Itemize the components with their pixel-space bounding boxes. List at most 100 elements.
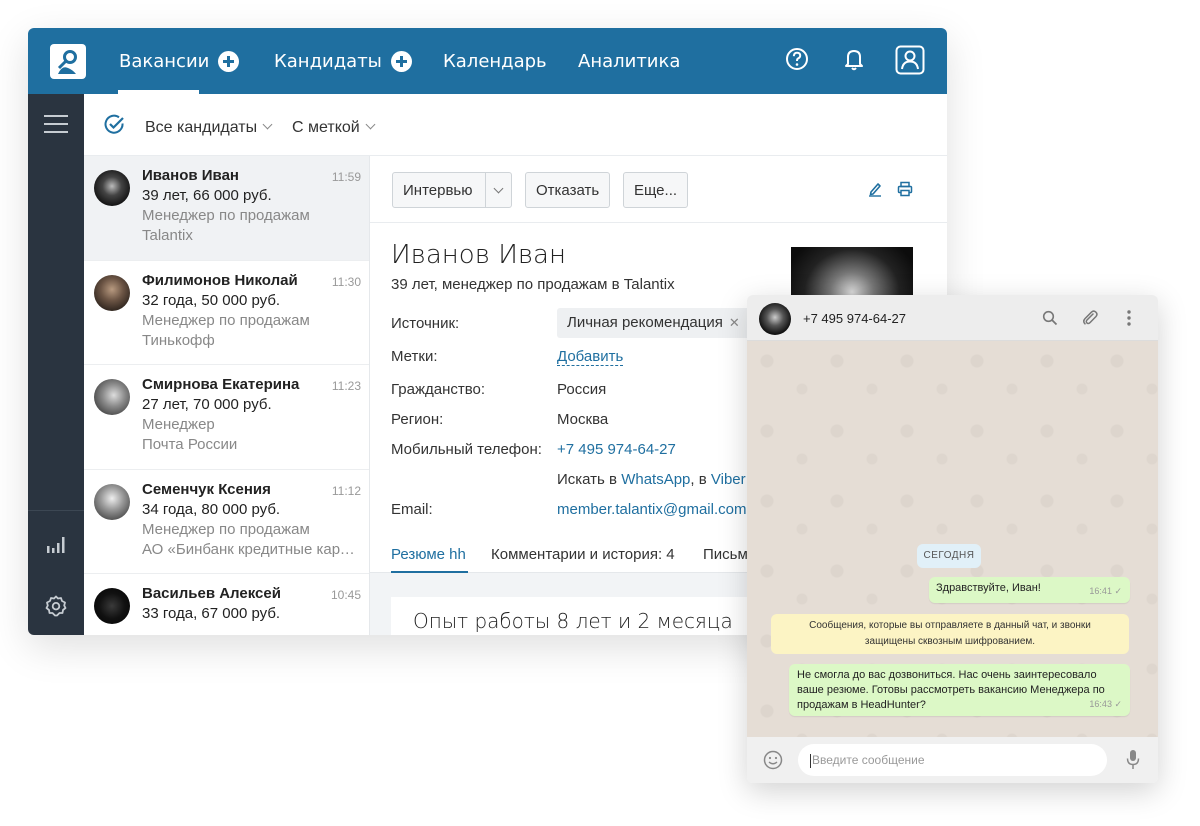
candidate-position: Менеджер по продажам [142,520,310,538]
message-text: Не смогла до вас дозвониться. Нас очень … [797,669,1105,711]
candidate-avatar [94,483,130,520]
more-button[interactable]: Еще... [623,172,689,208]
outgoing-message[interactable]: Здравствуйте, Иван! 16:41 ✓ [929,577,1130,603]
candidate-item[interactable]: Васильев Алексей 10:45 33 года, 67 000 р… [84,574,369,635]
candidate-name: Филимонов Николай [142,271,298,289]
candidate-subtitle: 39 лет, менеджер по продажам в Talantix [391,276,675,293]
candidate-time: 10:45 [330,588,361,602]
chevron-down-icon [365,119,376,130]
tags-label: Метки: [391,348,438,365]
nav-analytics[interactable]: Аналитика [578,28,680,94]
search-prefix: Искать в [557,471,622,488]
nav-vacancies-label: Вакансии [119,50,210,72]
candidate-info: 33 года, 67 000 руб. [142,605,281,622]
candidate-info: 34 года, 80 000 руб. [142,500,281,518]
candidate-company: Тинькофф [142,331,215,349]
candidate-name: Смирнова Екатерина [142,376,300,393]
filter-all-candidates-dropdown[interactable]: Все кандидаты [145,119,273,137]
candidate-info: 27 лет, 70 000 руб. [142,396,272,413]
nav-vacancies[interactable]: Вакансии [119,28,240,94]
filter-all-candidates-label: Все кандидаты [145,119,258,136]
candidate-time: 11:12 [331,483,361,498]
candidate-list: Иванов Иван 11:59 39 лет, 66 000 руб. Ме… [84,156,370,635]
phone-link[interactable]: +7 495 974-64-27 [557,441,676,458]
add-vacancy-icon[interactable] [218,50,240,72]
tab-resume[interactable]: Резюме hh [391,546,466,563]
remove-tag-icon[interactable]: ✕ [729,315,740,330]
profile-icon[interactable] [895,45,925,80]
more-vertical-icon[interactable] [1125,309,1133,332]
select-all-check-icon[interactable] [104,114,125,140]
email-link[interactable]: member.talantix@gmail.com [557,501,746,518]
message-time: 16:41 ✓ [1089,586,1122,596]
print-icon[interactable] [897,181,913,202]
candidate-full-name: Иванов Иван [391,240,566,270]
microphone-icon[interactable] [1126,749,1140,776]
resume-experience-title: Опыт работы 8 лет и 2 месяца [413,609,733,633]
tab-comments[interactable]: Комментарии и история: 4 [491,546,675,563]
candidate-item[interactable]: Смирнова Екатерина 11:23 27 лет, 70 000 … [84,365,369,470]
phone-label: Мобильный телефон: [391,441,542,458]
candidate-position: Менеджер [142,416,215,433]
search-icon[interactable] [1042,310,1058,331]
add-tag-link[interactable]: Добавить [557,348,624,366]
whatsapp-link[interactable]: WhatsApp [621,471,690,488]
source-label: Источник: [391,315,460,332]
more-button-label: Еще... [634,181,678,199]
outgoing-message[interactable]: Не смогла до вас дозвониться. Нас очень … [789,664,1130,716]
source-tag: Личная рекомендация ✕ [557,308,750,338]
candidate-avatar [94,379,130,415]
settings-gear-icon[interactable] [44,594,68,623]
candidate-info: 39 лет, 66 000 руб. [142,187,272,204]
candidate-avatar [94,274,130,311]
nav-candidates[interactable]: Кандидаты [274,28,412,94]
candidate-item[interactable]: Филимонов Николай 11:30 32 года, 50 000 … [84,261,369,365]
citizenship-value: Россия [557,381,607,398]
menu-hamburger-icon[interactable] [44,112,68,141]
interview-dropdown-chevron-icon[interactable] [485,173,511,207]
candidate-info: 32 года, 50 000 руб. [142,291,281,309]
filter-tagged-dropdown[interactable]: С меткой [292,119,376,137]
chat-messages-area: СЕГОДНЯ Здравствуйте, Иван! 16:41 ✓ Сооб… [747,341,1158,737]
viber-link[interactable]: Viber [711,471,746,488]
candidate-time: 11:23 [331,379,361,393]
region-label: Регион: [391,411,444,428]
nav-calendar-label: Календарь [443,50,547,72]
email-label: Email: [391,501,433,518]
candidate-position: Менеджер по продажам [142,207,310,224]
add-candidate-icon[interactable] [390,50,412,72]
contact-avatar[interactable] [759,303,791,335]
messenger-search-line: Искать в WhatsApp, в Viber [557,471,746,488]
edit-pencil-icon[interactable] [867,181,883,202]
message-text: Здравствуйте, Иван! [936,582,1041,594]
interview-button[interactable]: Интервью [392,172,512,208]
reject-button[interactable]: Отказать [525,172,611,208]
message-input[interactable]: Введите сообщение [798,744,1107,776]
analytics-chart-icon[interactable] [44,532,68,561]
nav-candidates-label: Кандидаты [274,50,382,72]
attach-paperclip-icon[interactable] [1081,309,1099,332]
candidate-position: Менеджер по продажам [142,311,310,329]
contact-phone: +7 495 974-64-27 [803,311,907,326]
chat-composer: Введите сообщение [747,737,1158,783]
candidate-time: 11:30 [331,274,361,289]
filter-tagged-label: С меткой [292,119,360,136]
message-time: 16:43 ✓ [1089,699,1122,709]
whatsapp-chat-window: +7 495 974-64-27 СЕГОДНЯ Здравствуйте, И… [747,295,1158,783]
candidate-company: Talantix [142,227,193,244]
candidate-name: Васильев Алексей [142,585,281,602]
help-icon[interactable] [785,46,809,77]
encryption-notice-line-1: Сообщения, которые вы отправляете в данн… [809,620,1091,631]
candidate-company: АО «Бинбанк кредитные карты» [142,540,359,558]
candidate-item[interactable]: Иванов Иван 11:59 39 лет, 66 000 руб. Ме… [84,156,369,261]
emoji-icon[interactable] [763,750,783,775]
candidate-item[interactable]: Семенчук Ксения 11:12 34 года, 80 000 ру… [84,470,369,574]
notifications-bell-icon[interactable] [842,46,866,77]
encryption-notice: Сообщения, которые вы отправляете в данн… [771,614,1129,654]
candidate-company: Почта России [142,436,238,453]
nav-calendar[interactable]: Календарь [443,28,547,94]
citizenship-label: Гражданство: [391,381,486,398]
app-logo[interactable] [50,44,86,79]
candidate-name: Иванов Иван [142,167,239,184]
left-sidebar [28,94,84,635]
